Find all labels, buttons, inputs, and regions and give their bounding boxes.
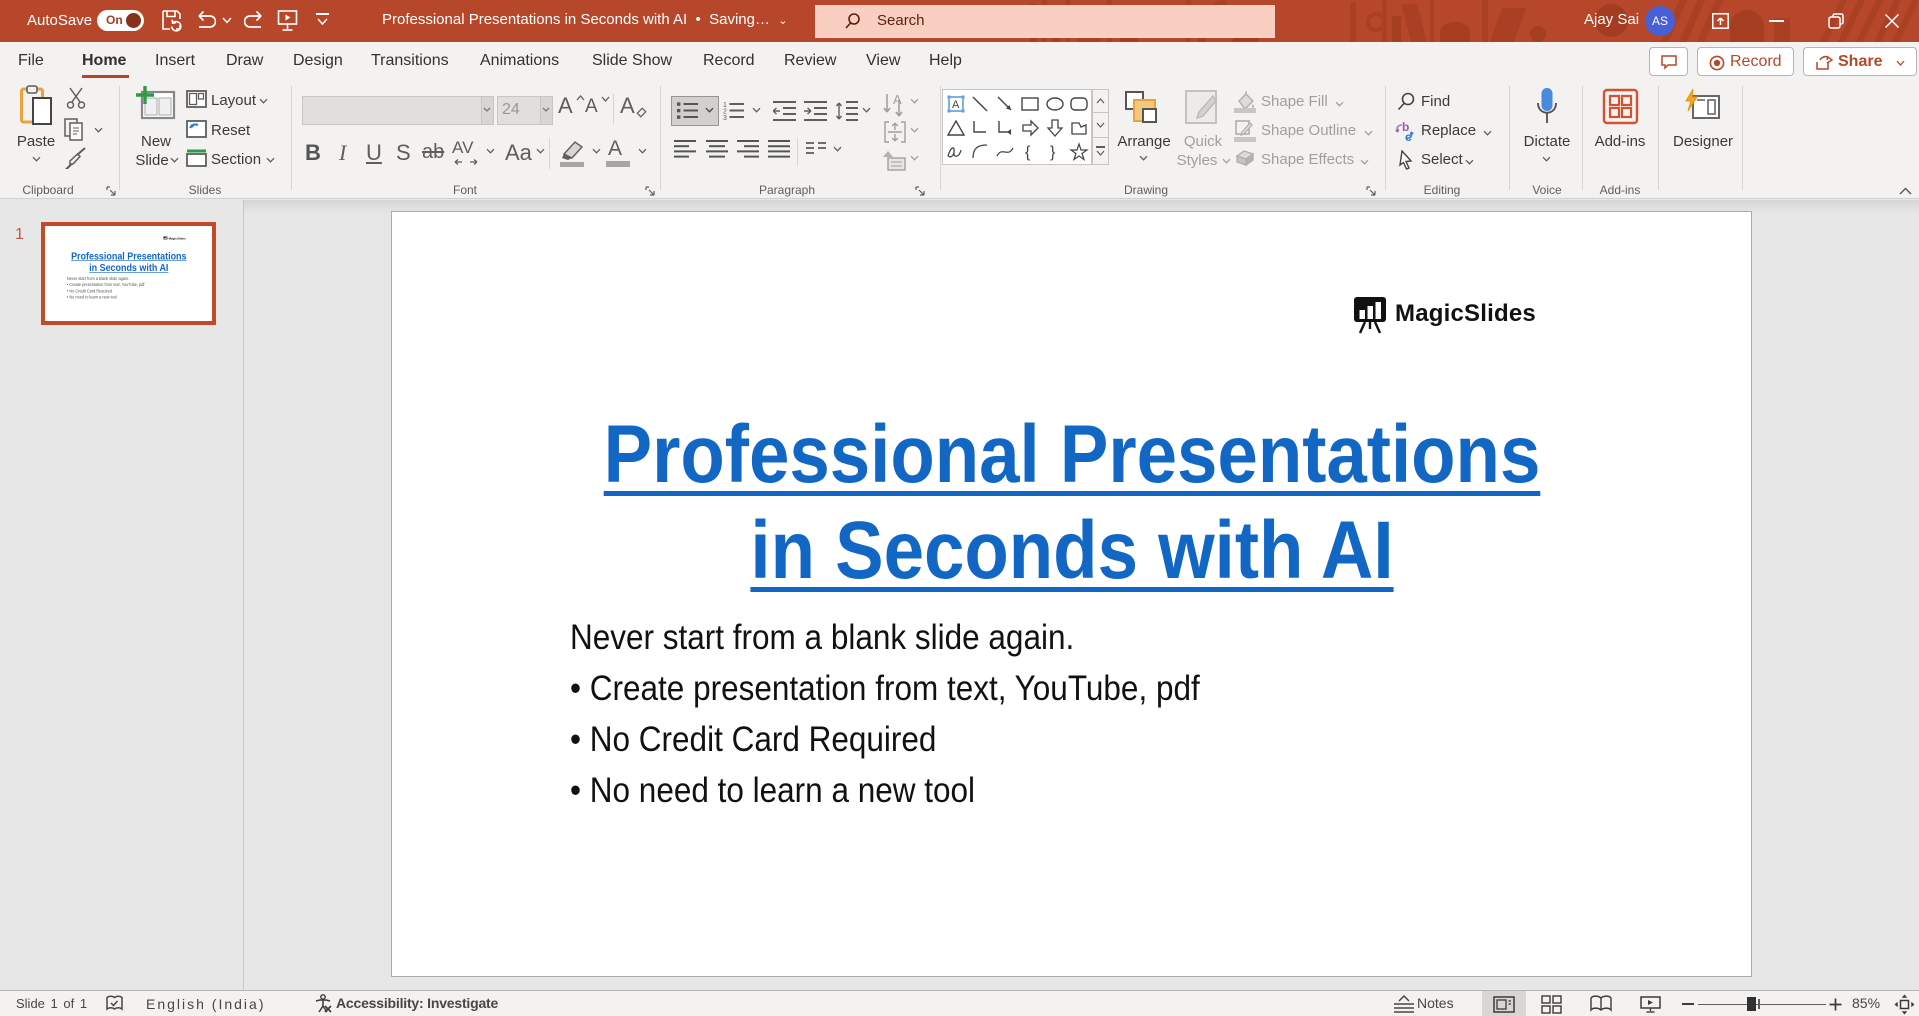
- svg-text:{: {: [1025, 144, 1031, 161]
- svg-text:AV: AV: [452, 140, 474, 157]
- svg-text:3: 3: [723, 115, 727, 121]
- svg-text:A: A: [893, 92, 902, 107]
- svg-text:}: }: [1050, 144, 1056, 161]
- svg-text:A: A: [952, 99, 960, 111]
